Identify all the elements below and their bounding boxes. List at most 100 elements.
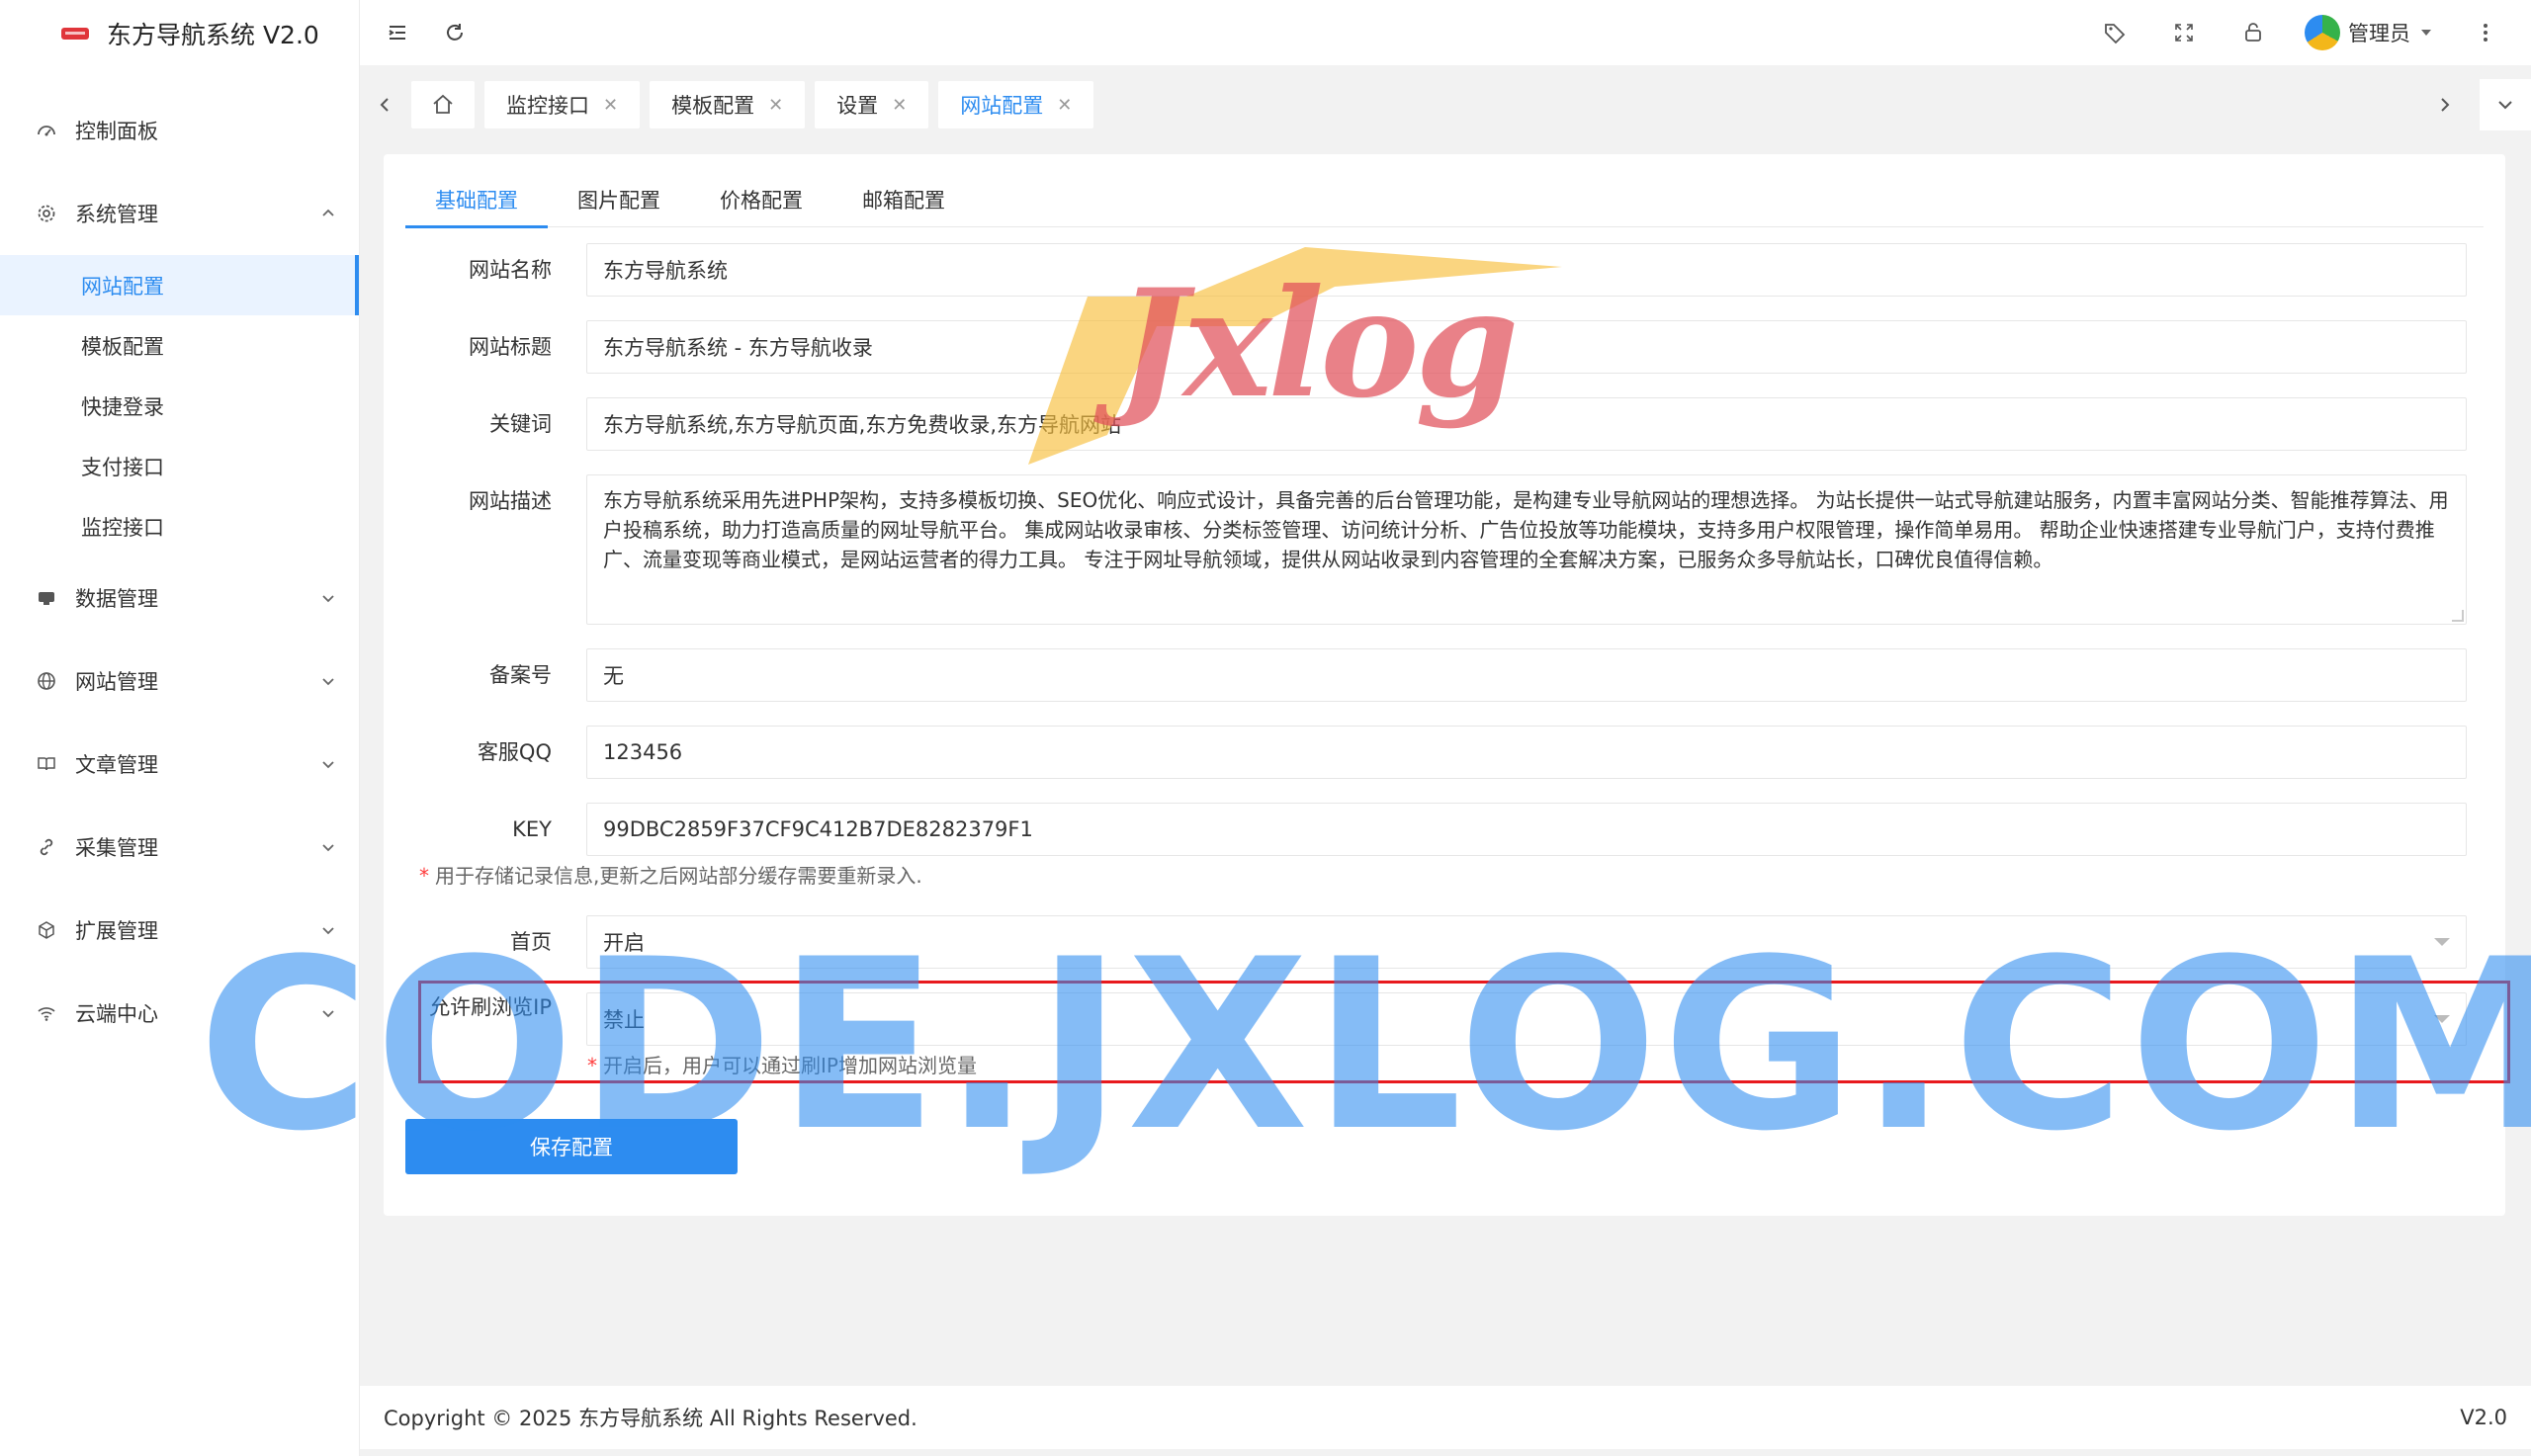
user-name: 管理员 [2348,22,2410,45]
close-icon[interactable]: ✕ [892,95,907,116]
tabs-dropdown-icon[interactable] [2480,79,2531,130]
description-textarea[interactable]: 东方导航系统采用先进PHP架构，支持多模板切换、SEO优化、响应式设计，具备完善… [586,474,2467,625]
chevron-down-icon [322,595,334,603]
chevron-down-icon [322,761,334,769]
site-name-field[interactable]: 东方导航系统 [586,243,2467,297]
tab-basic-config[interactable]: 基础配置 [405,172,548,228]
form-tabs: 基础配置 图片配置 价格配置 邮箱配置 [405,172,2484,228]
menu-toggle-icon[interactable] [380,15,415,50]
sidebar-item-label: 云端中心 [75,1002,158,1026]
key-help-text: 用于存储记录信息,更新之后网站部分缓存需要重新录入. [435,864,922,888]
save-config-button[interactable]: 保存配置 [405,1119,738,1174]
site-title-label: 网站标题 [469,335,552,359]
sidebar-item-dashboard[interactable]: 控制面板 [0,89,359,172]
sidebar-item-label: 文章管理 [75,753,158,777]
book-icon [36,753,57,775]
tab-site-config[interactable]: 网站配置 ✕ [938,81,1094,128]
sidebar-subitem-template-config[interactable]: 模板配置 [0,315,359,376]
more-vertical-icon[interactable] [2468,15,2503,50]
site-name-row: 网站名称 东方导航系统 [384,243,2505,297]
key-row: KEY 99DBC2859F37CF9C412B7DE8282379F1 [384,803,2505,856]
qq-row: 客服QQ 123456 [384,726,2505,779]
tab-template[interactable]: 模板配置 ✕ [650,81,806,128]
refresh-icon[interactable] [437,15,473,50]
footer: Copyright © 2025 东方导航系统 All Rights Reser… [360,1386,2531,1449]
user-menu[interactable]: 管理员 [2305,15,2434,50]
copyright-text: Copyright © 2025 东方导航系统 All Rights Reser… [384,1407,917,1430]
top-header: 管理员 [360,0,2531,65]
qq-label: 客服QQ [477,740,552,764]
qq-field[interactable]: 123456 [586,726,2467,779]
homepage-label: 首页 [510,930,552,954]
tab-monitor[interactable]: 监控接口 ✕ [484,81,641,128]
icp-field[interactable]: 无 [586,648,2467,702]
tab-settings[interactable]: 设置 ✕ [815,81,929,128]
icp-label: 备案号 [489,663,552,687]
sidebar-subitem-payment[interactable]: 支付接口 [0,436,359,496]
avatar [2305,15,2340,50]
homepage-value: 开启 [603,931,645,955]
sidebar-menu: 控制面板 系统管理 网站配置 模板配置 快捷登录 支付接口 监控接口 数据管理 [0,89,359,1055]
sidebar-item-label: 网站管理 [75,670,158,694]
sidebar: 东方导航系统 V2.0 控制面板 系统管理 网站配置 模板配置 快捷登录 支付接… [0,0,360,1456]
lock-icon[interactable] [2235,15,2271,50]
key-help: * 用于存储记录信息,更新之后网站部分缓存需要重新录入. [419,860,922,889]
tab-price-config[interactable]: 价格配置 [690,172,832,227]
sidebar-item-extensions[interactable]: 扩展管理 [0,889,359,972]
close-icon[interactable]: ✕ [603,95,618,116]
close-icon[interactable]: ✕ [1057,95,1072,116]
keywords-label: 关键词 [489,412,552,436]
tabs-prev-icon[interactable] [360,79,411,130]
brand-logo [61,28,89,40]
chevron-down-icon [322,927,334,935]
sidebar-item-label: 控制面板 [75,120,158,143]
keywords-row: 关键词 东方导航系统,东方导航页面,东方免费收录,东方导航网站 [384,397,2505,451]
tab-home[interactable] [411,81,475,128]
tag-icon[interactable] [2097,15,2133,50]
key-field[interactable]: 99DBC2859F37CF9C412B7DE8282379F1 [586,803,2467,856]
dashboard-icon [36,120,57,141]
keywords-field[interactable]: 东方导航系统,东方导航页面,东方免费收录,东方导航网站 [586,397,2467,451]
link-icon [36,836,57,858]
description-text: 东方导航系统采用先进PHP架构，支持多模板切换、SEO优化、响应式设计，具备完善… [603,488,2449,571]
site-name-label: 网站名称 [469,258,552,282]
chevron-down-icon [322,1010,334,1018]
fullscreen-icon[interactable] [2166,15,2202,50]
sidebar-item-articles[interactable]: 文章管理 [0,723,359,806]
tabbar-right [2418,79,2531,130]
sidebar-item-sites[interactable]: 网站管理 [0,640,359,723]
tab-email-config[interactable]: 邮箱配置 [832,172,975,227]
description-label: 网站描述 [469,489,552,513]
icp-row: 备案号 无 [384,648,2505,702]
sidebar-item-label: 扩展管理 [75,919,158,943]
brand[interactable]: 东方导航系统 V2.0 [0,0,359,67]
globe-icon [36,670,57,692]
tabs-next-icon[interactable] [2418,79,2470,130]
resize-grip-icon[interactable] [2452,610,2464,622]
home-icon [433,94,453,114]
sidebar-item-data[interactable]: 数据管理 [0,557,359,640]
cube-icon [36,919,57,941]
app-title: 东方导航系统 V2.0 [107,21,319,49]
wifi-icon [36,1002,57,1024]
gear-icon [36,203,57,224]
sidebar-item-cloud[interactable]: 云端中心 [0,972,359,1055]
tab-label: 设置 [836,94,879,118]
tab-label: 模板配置 [671,94,755,118]
sidebar-subitem-monitor[interactable]: 监控接口 [0,496,359,557]
sidebar-subitem-site-config[interactable]: 网站配置 [0,255,359,315]
site-title-field[interactable]: 东方导航系统 - 东方导航收录 [586,320,2467,374]
homepage-row: 首页 开启 [384,915,2505,969]
tab-label: 监控接口 [506,94,589,118]
header-actions: 管理员 [2097,15,2531,50]
sidebar-item-label: 系统管理 [75,203,158,226]
close-icon[interactable]: ✕ [768,95,783,116]
homepage-select[interactable]: 开启 [586,915,2467,969]
tab-image-config[interactable]: 图片配置 [548,172,690,227]
sidebar-subitem-quick-login[interactable]: 快捷登录 [0,376,359,436]
sidebar-item-collect[interactable]: 采集管理 [0,806,359,889]
key-label: KEY [512,817,552,841]
sidebar-item-system[interactable]: 系统管理 [0,172,359,255]
page-tabs: 监控接口 ✕ 模板配置 ✕ 设置 ✕ 网站配置 ✕ [360,69,2531,140]
sidebar-item-label: 采集管理 [75,836,158,860]
